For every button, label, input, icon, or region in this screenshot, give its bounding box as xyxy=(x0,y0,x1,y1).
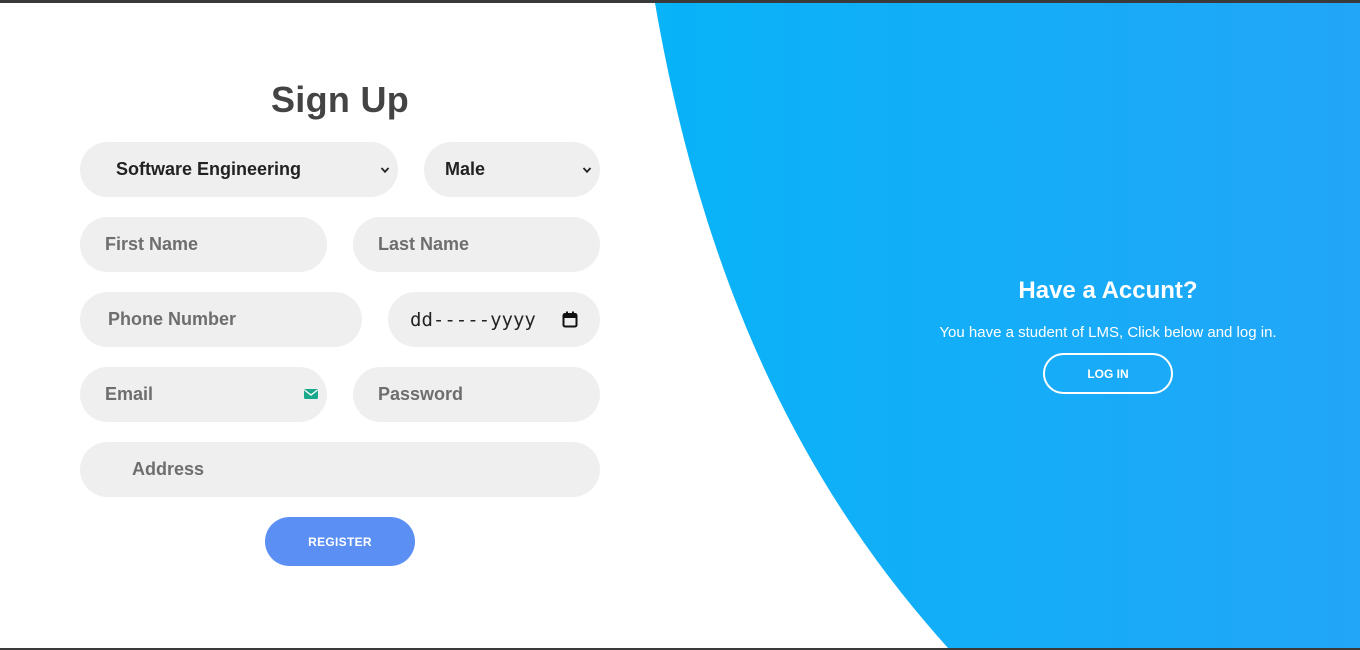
last-name-placeholder: Last Name xyxy=(378,234,470,254)
gender-select[interactable]: Male xyxy=(424,142,600,197)
password-placeholder: Password xyxy=(378,384,464,404)
department-select-value: Software Engineering xyxy=(116,159,302,179)
login-panel-text: You have a student of LMS, Click below a… xyxy=(939,324,1277,341)
register-button[interactable]: REGISTER xyxy=(265,517,415,566)
address-input[interactable]: Address xyxy=(80,442,600,497)
gender-select-value: Male xyxy=(445,159,486,179)
email-placeholder: Email xyxy=(105,384,154,404)
department-select[interactable]: Software Engineering xyxy=(80,142,398,197)
login-panel-title: Have a Accunt? xyxy=(1018,277,1198,304)
last-name-input[interactable]: Last Name xyxy=(353,217,600,272)
login-panel: Have a Accunt? You have a student of LMS… xyxy=(900,3,1316,648)
address-placeholder: Address xyxy=(132,459,205,479)
date-placeholder: dd-----yyyy xyxy=(410,308,536,331)
first-name-input[interactable]: First Name xyxy=(80,217,327,272)
envelope-icon xyxy=(304,389,318,399)
calendar-icon[interactable] xyxy=(562,311,578,328)
page-title: Sign Up xyxy=(270,79,410,120)
signup-form: Sign Up Software Engineering Male First … xyxy=(80,3,600,648)
date-of-birth-input[interactable]: dd-----yyyy xyxy=(388,292,600,347)
chevron-down-icon xyxy=(380,166,390,173)
phone-number-input[interactable]: Phone Number xyxy=(80,292,362,347)
first-name-placeholder: First Name xyxy=(105,234,199,254)
chevron-down-icon xyxy=(582,166,592,173)
login-button[interactable]: LOG IN xyxy=(1043,353,1173,394)
phone-number-placeholder: Phone Number xyxy=(108,309,237,329)
password-input[interactable]: Password xyxy=(353,367,600,422)
email-input[interactable]: Email xyxy=(80,367,327,422)
